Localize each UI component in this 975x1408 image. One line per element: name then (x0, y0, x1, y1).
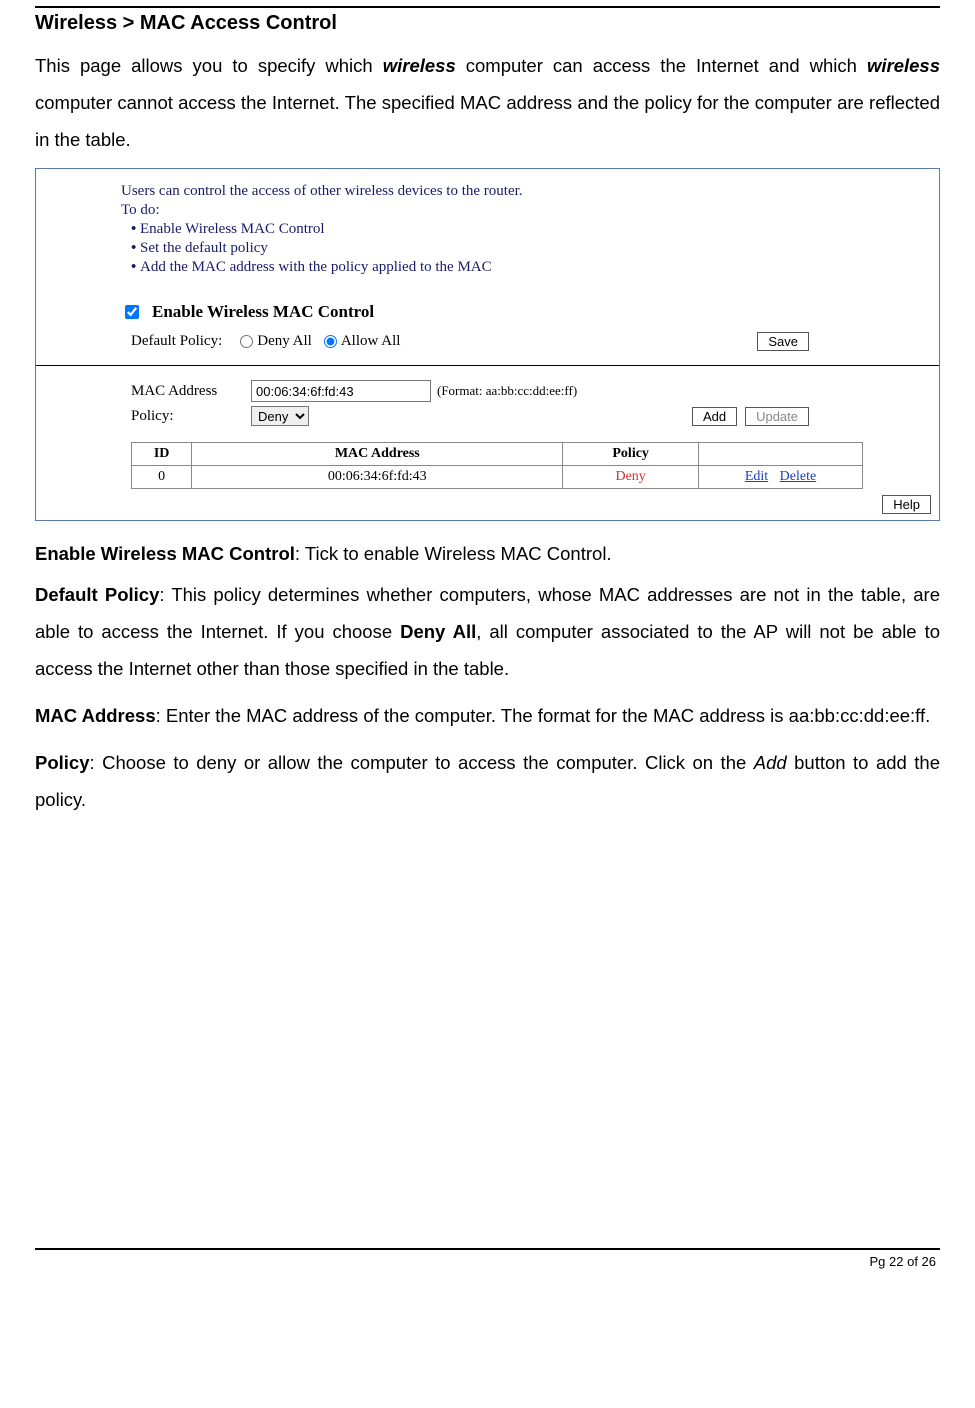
breadcrumb: Wireless > MAC Access Control (35, 12, 940, 35)
table-row: 0 00:06:34:6f:fd:43 Deny Edit Delete (132, 466, 863, 489)
help-button[interactable]: Help (882, 495, 931, 514)
panel-intro: Users can control the access of other wi… (36, 183, 939, 276)
bullet-item: Enable Wireless MAC Control (121, 221, 939, 238)
policy-select[interactable]: Deny Allow (251, 406, 309, 426)
explain-policy: Policy: Choose to deny or allow the comp… (35, 744, 940, 818)
edit-link[interactable]: Edit (745, 469, 768, 484)
delete-link[interactable]: Delete (780, 469, 817, 484)
table-header-row: ID MAC Address Policy (132, 443, 863, 466)
mac-table: ID MAC Address Policy 0 00:06:34:6f:fd:4… (131, 442, 863, 489)
page-footer: Pg 22 of 26 (35, 1254, 940, 1269)
col-header-id: ID (132, 443, 192, 466)
update-button[interactable]: Update (745, 407, 809, 426)
panel-todo-label: To do: (121, 202, 939, 219)
bullet-item: Set the default policy (121, 240, 939, 257)
explain-enable: Enable Wireless MAC Control: Tick to ena… (35, 535, 940, 572)
col-header-actions (699, 443, 863, 466)
bullet-item: Add the MAC address with the policy appl… (121, 259, 939, 276)
allow-all-radio[interactable] (324, 335, 337, 348)
config-panel: Users can control the access of other wi… (35, 168, 940, 521)
explain-default-policy: Default Policy: This policy determines w… (35, 576, 940, 687)
policy-field-label: Policy: (131, 408, 251, 425)
enable-mac-control-checkbox[interactable] (125, 305, 139, 319)
mac-address-input[interactable] (251, 380, 431, 402)
cell-mac: 00:06:34:6f:fd:43 (192, 466, 563, 489)
cell-id: 0 (132, 466, 192, 489)
col-header-policy: Policy (563, 443, 699, 466)
default-policy-label: Default Policy: (131, 333, 222, 350)
add-button[interactable]: Add (692, 407, 737, 426)
panel-lead-text: Users can control the access of other wi… (121, 183, 939, 200)
allow-all-label: Allow All (341, 333, 401, 350)
top-rule (35, 6, 940, 8)
intro-paragraph: This page allows you to specify which wi… (35, 47, 940, 158)
explain-mac-address: MAC Address: Enter the MAC address of th… (35, 697, 940, 734)
cell-actions: Edit Delete (699, 466, 863, 489)
enable-mac-control-label: Enable Wireless MAC Control (152, 302, 374, 322)
bottom-rule (35, 1248, 940, 1250)
panel-bullet-list: Enable Wireless MAC Control Set the defa… (121, 221, 939, 276)
mac-address-label: MAC Address (131, 383, 251, 400)
deny-all-radio[interactable] (240, 335, 253, 348)
deny-all-label: Deny All (257, 333, 312, 350)
mac-format-hint: (Format: aa:bb:cc:dd:ee:ff) (437, 383, 577, 399)
cell-policy: Deny (563, 466, 699, 489)
col-header-mac: MAC Address (192, 443, 563, 466)
save-button[interactable]: Save (757, 332, 809, 351)
